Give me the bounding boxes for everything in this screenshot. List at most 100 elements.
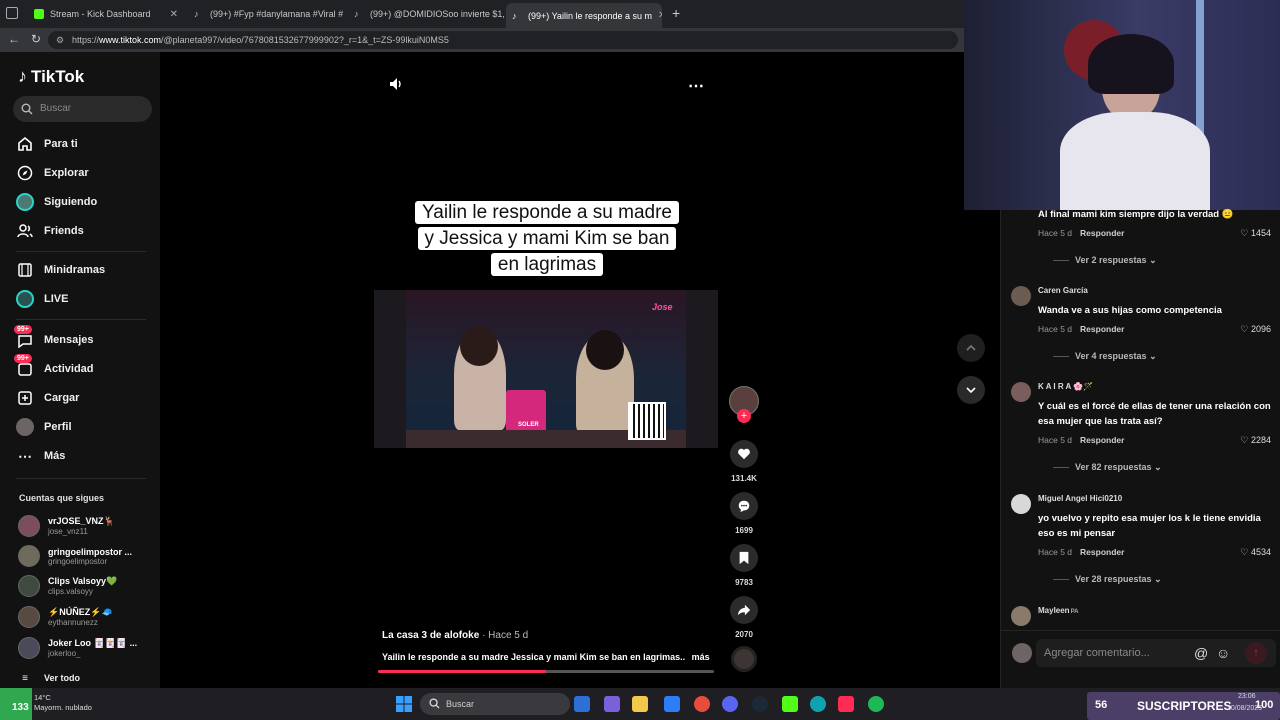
comment-like-button[interactable]: ♡ 2284 xyxy=(1240,435,1271,446)
save-button[interactable]: 9783 xyxy=(728,544,760,587)
like-button[interactable]: 131.4K xyxy=(728,440,760,483)
address-bar[interactable]: ⚙ https://www.tiktok.com/@planeta997/vid… xyxy=(48,31,958,49)
send-comment-button[interactable]: ↑ xyxy=(1245,642,1267,664)
home-icon xyxy=(16,135,34,153)
sidebar-item-siguiendo[interactable]: Siguiendo xyxy=(16,191,97,213)
comment-author[interactable]: Caren García xyxy=(1038,286,1088,295)
previous-video-button[interactable] xyxy=(957,334,985,362)
see-all-following-link[interactable]: ≡ Ver todo xyxy=(16,667,80,689)
more-link[interactable]: más xyxy=(692,652,710,662)
reply-button[interactable]: Responder xyxy=(1080,547,1124,557)
browser-tab[interactable]: ♪ (99+) #Fyp #danylamana #Viral # ✕ xyxy=(188,3,344,25)
account-handle: gringoelimpostor xyxy=(48,556,108,566)
share-button[interactable]: 2070 xyxy=(728,596,760,639)
view-replies-button[interactable]: Ver 4 respuestas ⌄ xyxy=(1053,351,1157,362)
tiktok-icon: ♪ xyxy=(354,9,359,19)
next-video-button[interactable] xyxy=(957,376,985,404)
close-icon[interactable]: ✕ xyxy=(170,9,178,20)
spotify-icon[interactable] xyxy=(868,696,884,712)
sidebar-item-mas[interactable]: ⋯ Más xyxy=(16,445,65,467)
avatar[interactable] xyxy=(1011,286,1031,306)
creator-avatar-button[interactable]: + xyxy=(728,386,760,423)
reload-icon[interactable]: ↻ xyxy=(31,32,41,46)
tiktok-icon: ♪ xyxy=(194,9,199,19)
edge-icon[interactable] xyxy=(810,696,826,712)
steam-icon[interactable] xyxy=(752,696,768,712)
following-account[interactable]: vrJOSE_VNZ🦌 jose_vnz11 xyxy=(18,513,115,539)
more-options-icon[interactable]: ⋯ xyxy=(688,76,704,96)
sidebar-item-mensajes[interactable]: 99+ Mensajes xyxy=(14,325,94,351)
video-author[interactable]: La casa 3 de alofoke · Hace 5 d xyxy=(382,630,528,641)
comment-like-button[interactable]: ♡ 1454 xyxy=(1240,228,1271,239)
tiktok-logo[interactable]: ♪ TikTok xyxy=(18,66,84,87)
comment-text: Y cuál es el forcé de ellas de tener una… xyxy=(1038,401,1271,427)
view-replies-button[interactable]: Ver 82 respuestas ⌄ xyxy=(1053,462,1162,473)
view-replies-button[interactable]: Ver 2 respuestas ⌄ xyxy=(1053,255,1157,266)
widgets-icon[interactable] xyxy=(604,696,620,712)
following-account[interactable]: ⚡NÚÑEZ⚡🧢 eythannunezz xyxy=(18,604,113,630)
comment-like-button[interactable]: ♡ 2096 xyxy=(1240,324,1271,335)
browser-tab[interactable]: ♪ (99+) @DOMIDIOSoo invierte $1,0 ✕ xyxy=(348,3,504,25)
browser-tab[interactable]: Stream - Kick Dashboard ✕ xyxy=(28,3,184,25)
taskbar-search[interactable]: Buscar xyxy=(420,693,570,715)
comment-button[interactable]: 1699 xyxy=(728,492,760,535)
avatar xyxy=(1012,643,1032,663)
chevron-down-icon: ⌄ xyxy=(1154,462,1162,472)
sidebar-item-explorar[interactable]: Explorar xyxy=(16,162,89,184)
account-name: ⚡NÚÑEZ⚡🧢 xyxy=(48,607,113,617)
sidebar-item-friends[interactable]: Friends xyxy=(16,220,84,242)
upload-icon xyxy=(16,389,34,407)
sidebar-item-minidramas[interactable]: Minidramas xyxy=(16,259,105,281)
video-progress-bar[interactable] xyxy=(378,670,714,673)
tiktok-icon[interactable] xyxy=(838,696,854,712)
task-view-icon[interactable] xyxy=(574,696,590,712)
mention-icon[interactable]: @ xyxy=(1194,639,1208,667)
sidebar-item-perfil[interactable]: Perfil xyxy=(16,416,72,438)
avatar[interactable] xyxy=(1011,494,1031,514)
sidebar-item-cargar[interactable]: Cargar xyxy=(16,387,79,409)
close-icon[interactable]: ✕ xyxy=(658,10,662,21)
heart-outline-icon: ♡ xyxy=(1240,547,1249,557)
comment-author[interactable]: MayleenPA xyxy=(1038,606,1078,615)
browser-tab-active[interactable]: ♪ (99+) Yailin le responde a su m ✕ xyxy=(506,3,662,28)
reply-button[interactable]: Responder xyxy=(1080,228,1124,238)
back-icon[interactable]: ← xyxy=(8,32,20,46)
follow-plus-icon[interactable]: + xyxy=(737,409,751,423)
weather-widget[interactable]: 14°C Mayorm. nublado xyxy=(34,693,92,713)
comment-like-button[interactable]: ♡ 4534 xyxy=(1240,547,1271,558)
activity-icon: 99+ xyxy=(14,354,34,378)
discord-icon[interactable] xyxy=(722,696,738,712)
following-account[interactable]: Clips Valsoyy💚 clips.valsoyy xyxy=(18,573,117,599)
opera-icon[interactable] xyxy=(694,696,710,712)
kick-icon[interactable] xyxy=(782,696,798,712)
sidebar-item-actividad[interactable]: 99+ Actividad xyxy=(14,354,94,380)
emoji-icon[interactable]: ☺ xyxy=(1216,639,1230,667)
comment-author[interactable]: K A I R A 🌸🪄 xyxy=(1038,382,1093,391)
comment-count: 1699 xyxy=(735,526,753,535)
film-icon xyxy=(16,261,34,279)
comment-author[interactable]: Miguel Angel Hici0210 xyxy=(1038,494,1122,503)
description-text: Yailin le responde a su madre Jessica y … xyxy=(382,652,686,662)
file-explorer-icon[interactable] xyxy=(632,696,648,712)
volume-icon[interactable] xyxy=(388,76,404,97)
reply-button[interactable]: Responder xyxy=(1080,324,1124,334)
avatar[interactable] xyxy=(1011,382,1031,402)
site-info-icon[interactable]: ⚙ xyxy=(56,31,64,49)
view-replies-button[interactable]: Ver 28 respuestas ⌄ xyxy=(1053,574,1162,585)
windows-start-icon[interactable] xyxy=(396,696,412,712)
search-input[interactable]: Buscar xyxy=(13,96,152,122)
sidebar-item-para-ti[interactable]: Para ti xyxy=(16,133,78,155)
replies-label: Ver 28 respuestas xyxy=(1075,574,1152,584)
avatar[interactable] xyxy=(1011,606,1031,626)
sidebar-item-live[interactable]: LIVE xyxy=(16,288,68,310)
tab-actions-icon[interactable] xyxy=(6,7,18,19)
new-tab-button[interactable]: + xyxy=(672,5,680,21)
following-account[interactable]: gringoelimpostor ... gringoelimpostor xyxy=(18,543,132,569)
comment-input[interactable]: Agregar comentario... @ ☺ xyxy=(1036,639,1276,667)
reply-button[interactable]: Responder xyxy=(1080,435,1124,445)
store-icon[interactable] xyxy=(664,696,680,712)
following-account[interactable]: Joker Loo 🃏🃏🃏 ... jokerloo_ xyxy=(18,635,137,661)
music-disc-button[interactable] xyxy=(728,646,760,672)
video-player[interactable]: SOLER Jose xyxy=(374,290,718,448)
progress-fill xyxy=(378,670,546,673)
